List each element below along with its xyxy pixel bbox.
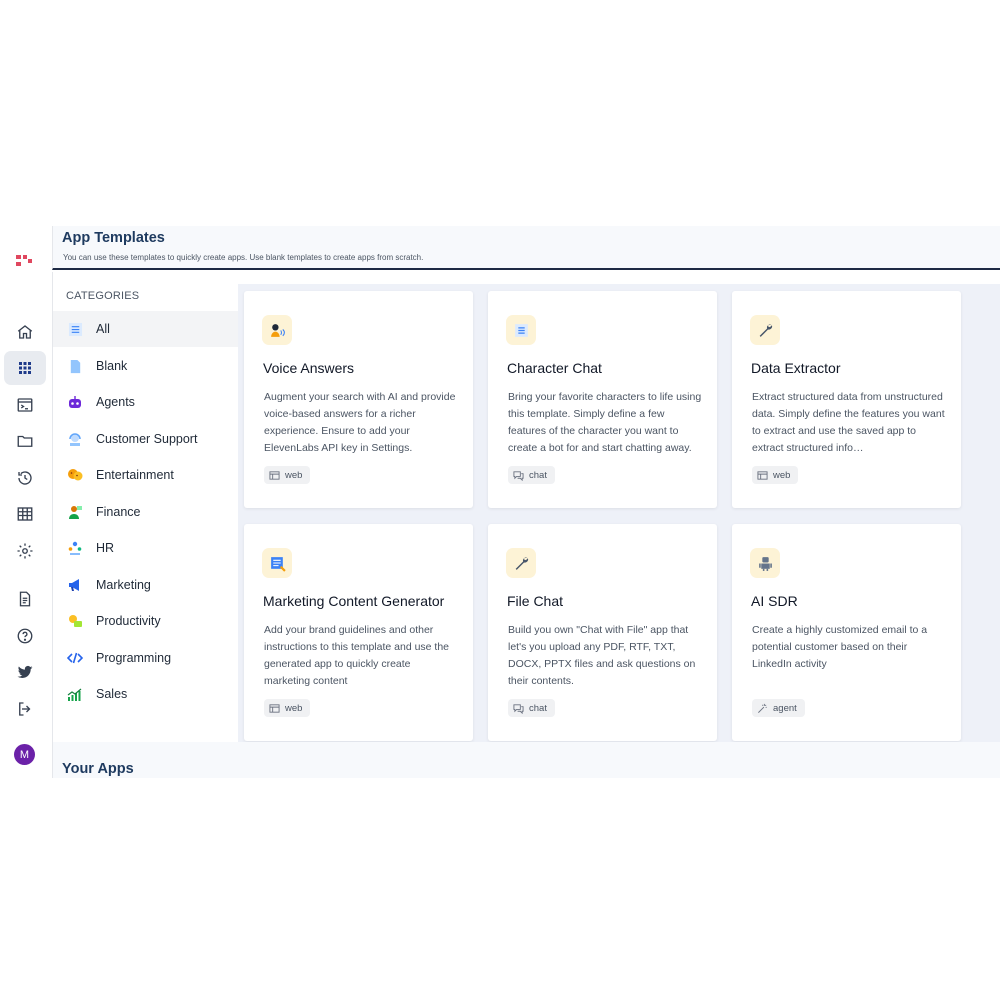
template-description: Augment your search with AI and provide … [264, 391, 456, 454]
template-card-character-chat[interactable]: Character Chat Bring your favorite chara… [488, 291, 717, 508]
template-tag: web [752, 466, 799, 484]
magic-wand-icon [758, 703, 767, 713]
template-title: Data Extractor [751, 360, 841, 376]
chat-icon [513, 470, 524, 481]
left-rail: M [0, 226, 50, 778]
productivity-icon [67, 613, 83, 629]
template-description: Create a highly customized email to a po… [752, 624, 928, 670]
category-label: Finance [96, 505, 141, 519]
template-tag: chat [508, 466, 555, 484]
category-label: All [96, 322, 110, 336]
page-subtitle: You can use these templates to quickly c… [63, 253, 424, 262]
template-tag: agent [752, 699, 805, 717]
web-icon [269, 703, 280, 713]
wrench-icon [750, 315, 780, 345]
category-label: Productivity [96, 614, 161, 628]
category-sales[interactable]: Sales [53, 676, 239, 712]
category-customer-support[interactable]: Customer Support [53, 421, 239, 457]
settings-icon[interactable] [4, 534, 46, 568]
category-finance[interactable]: Finance [53, 494, 239, 530]
blank-icon [67, 358, 83, 374]
category-hr[interactable]: HR [53, 530, 239, 566]
history-icon[interactable] [4, 461, 46, 495]
folder-icon[interactable] [4, 424, 46, 458]
support-icon [67, 431, 83, 447]
template-card-voice-answers[interactable]: Voice Answers Augment your search with A… [244, 291, 473, 508]
your-apps-title: Your Apps [62, 761, 134, 777]
templates-grid: Voice Answers Augment your search with A… [238, 284, 1000, 742]
terminal-icon[interactable] [4, 388, 46, 422]
category-label: Sales [96, 687, 128, 701]
template-tag: web [264, 699, 311, 717]
logo-icon[interactable] [14, 254, 34, 268]
template-title: Character Chat [507, 360, 602, 376]
voice-icon [262, 315, 292, 345]
category-productivity[interactable]: Productivity [53, 603, 239, 639]
category-label: Programming [96, 651, 172, 665]
template-card-data-extractor[interactable]: Data Extractor Extract structured data f… [732, 291, 961, 508]
logout-icon[interactable] [4, 692, 46, 726]
finance-icon [67, 504, 83, 520]
megaphone-icon [67, 577, 83, 593]
template-tag-label: chat [529, 702, 547, 714]
template-description: Add your brand guidelines and other inst… [264, 624, 450, 687]
app-root: M App Templates You can use these templa… [0, 226, 1000, 778]
category-blank[interactable]: Blank [53, 348, 239, 384]
template-tag: chat [508, 699, 555, 717]
category-label: Entertainment [96, 468, 174, 482]
robot-icon [67, 394, 83, 410]
content-icon [262, 548, 292, 578]
page-header: App Templates You can use these template… [52, 226, 1000, 270]
category-marketing[interactable]: Marketing [53, 567, 239, 603]
category-programming[interactable]: Programming [53, 640, 239, 676]
chart-icon [67, 686, 83, 702]
home-icon[interactable] [4, 315, 46, 349]
template-tag-label: web [773, 469, 791, 481]
web-icon [269, 470, 280, 480]
template-tag-label: web [285, 702, 303, 714]
template-tag-label: web [285, 469, 303, 481]
hr-icon [67, 540, 83, 556]
template-tag-label: chat [529, 469, 547, 481]
user-avatar[interactable]: M [14, 744, 35, 765]
template-title: File Chat [507, 593, 564, 609]
table-icon[interactable] [4, 497, 46, 531]
template-tag-label: agent [773, 702, 797, 714]
category-label: Customer Support [96, 432, 198, 446]
category-entertainment[interactable]: Entertainment [53, 457, 239, 493]
twitter-icon[interactable] [4, 655, 46, 689]
character-icon [506, 315, 536, 345]
template-card-marketing-content-generator[interactable]: Marketing Content Generator Add your bra… [244, 524, 473, 741]
category-all[interactable]: All [53, 311, 239, 347]
masks-icon [67, 467, 83, 483]
robot-icon [750, 548, 780, 578]
web-icon [757, 470, 768, 480]
help-icon[interactable] [4, 619, 46, 653]
template-card-ai-sdr[interactable]: AI SDR Create a highly customized email … [732, 524, 961, 741]
template-card-file-chat[interactable]: File Chat Build you own "Chat with File"… [488, 524, 717, 741]
categories-title: CATEGORIES [66, 290, 140, 302]
template-title: AI SDR [751, 593, 798, 609]
your-apps-section: Your Apps [52, 742, 1000, 778]
wrench-icon [506, 548, 536, 578]
template-description: Bring your favorite characters to life u… [508, 391, 702, 454]
document-icon[interactable] [4, 582, 46, 616]
all-icon [67, 321, 83, 337]
category-label: Blank [96, 359, 128, 373]
apps-grid-icon[interactable] [4, 351, 46, 385]
template-description: Extract structured data from unstructure… [752, 391, 945, 454]
category-label: Marketing [96, 578, 151, 592]
categories-panel: CATEGORIES All Blank Agents Customer Sup… [52, 272, 239, 742]
template-description: Build you own "Chat with File" app that … [508, 624, 696, 687]
template-title: Marketing Content Generator [263, 593, 445, 609]
category-label: Agents [96, 395, 135, 409]
category-label: HR [96, 541, 115, 555]
page-title: App Templates [62, 230, 165, 246]
code-icon [67, 650, 83, 666]
template-title: Voice Answers [263, 360, 355, 376]
template-tag: web [264, 466, 311, 484]
category-agents[interactable]: Agents [53, 384, 239, 420]
chat-icon [513, 703, 524, 714]
